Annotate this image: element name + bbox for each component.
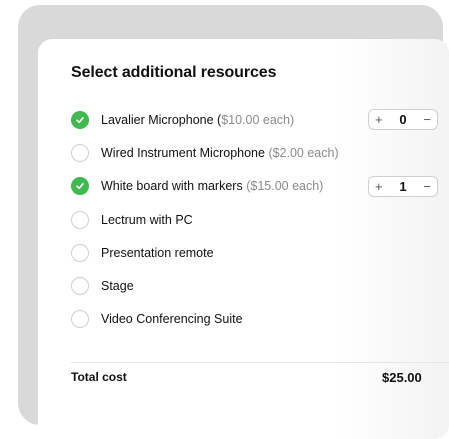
resource-item-video-conferencing-suite[interactable]: Video Conferencing Suite xyxy=(71,303,449,336)
quantity-value: 1 xyxy=(399,178,407,194)
divider xyxy=(71,362,449,363)
resource-name: Lavalier Microphone xyxy=(101,112,214,127)
resource-item-wired-instrument-microphone[interactable]: Wired Instrument Microphone ($2.00 each) xyxy=(71,136,449,169)
resource-name: Wired Instrument Microphone xyxy=(101,145,265,160)
checkbox-checked[interactable] xyxy=(71,110,89,129)
resource-item-lavalier-microphone[interactable]: Lavalier Microphone ($10.00 each) + 0 − xyxy=(71,103,449,136)
total-cost-label: Total cost xyxy=(71,370,127,384)
resource-item-stage[interactable]: Stage xyxy=(71,269,449,302)
resource-list: Lavalier Microphone ($10.00 each) + 0 − … xyxy=(71,103,449,336)
checkbox-unchecked[interactable] xyxy=(71,277,89,296)
resources-card: Select additional resources Lavalier Mic… xyxy=(38,39,449,439)
checkbox-checked[interactable] xyxy=(71,177,89,196)
panel-title: Select additional resources xyxy=(71,64,277,81)
resource-label: White board with markers ($15.00 each) xyxy=(101,179,323,193)
resource-price: ($2.00 each) xyxy=(268,145,339,160)
resource-name: Presentation remote xyxy=(101,245,214,260)
resource-price: $10.00 each xyxy=(221,112,291,127)
checkbox-unchecked[interactable] xyxy=(71,243,89,262)
decrement-button[interactable]: − xyxy=(423,113,431,126)
check-icon xyxy=(76,116,84,123)
check-icon xyxy=(76,183,84,190)
resource-name: Stage xyxy=(101,279,134,294)
resource-name: White board with markers xyxy=(101,179,243,194)
checkbox-unchecked[interactable] xyxy=(71,210,89,229)
quantity-stepper: + 0 − xyxy=(368,109,438,130)
total-cost-value: $25.00 xyxy=(382,370,422,385)
paren-close: ) xyxy=(290,112,295,127)
resource-item-presentation-remote[interactable]: Presentation remote xyxy=(71,236,449,269)
increment-button[interactable]: + xyxy=(375,113,383,126)
resource-name: Lectrum with PC xyxy=(101,212,193,227)
resource-name: Video Conferencing Suite xyxy=(101,312,243,327)
quantity-stepper: + 1 − xyxy=(368,175,438,197)
quantity-value: 0 xyxy=(399,112,407,127)
decrement-button[interactable]: − xyxy=(423,180,431,193)
resource-item-lectrum-with-pc[interactable]: Lectrum with PC xyxy=(71,203,449,236)
resource-label: Wired Instrument Microphone ($2.00 each) xyxy=(101,146,339,160)
resource-label: Lavalier Microphone ($10.00 each) xyxy=(101,113,294,127)
increment-button[interactable]: + xyxy=(375,180,383,193)
resource-item-white-board-with-markers[interactable]: White board with markers ($15.00 each) +… xyxy=(71,170,449,203)
checkbox-unchecked[interactable] xyxy=(71,310,89,329)
checkbox-unchecked[interactable] xyxy=(71,143,89,162)
resource-price: ($15.00 each) xyxy=(246,179,324,194)
